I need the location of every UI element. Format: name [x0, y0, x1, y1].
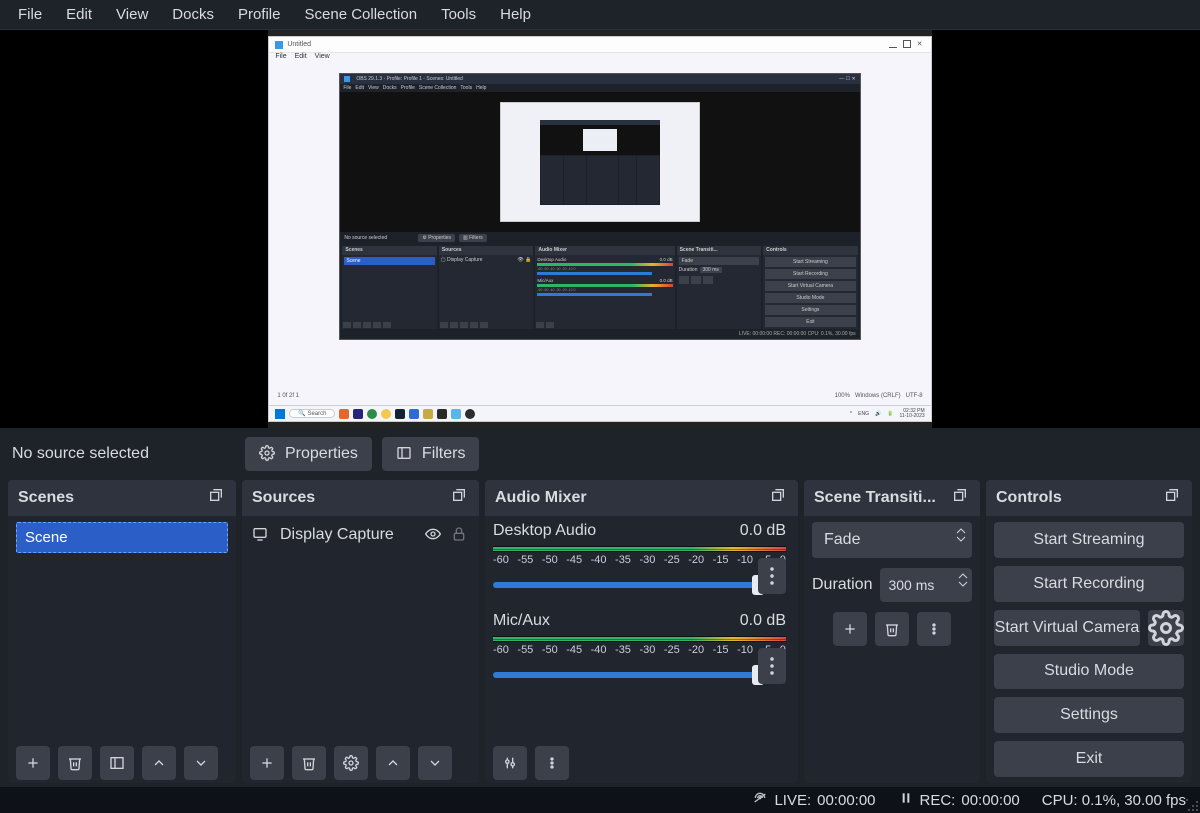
filters-button[interactable]: Filters	[382, 437, 480, 471]
audio-ticks: -60-55-50-45-40-35-30-25-20-15-10-50	[493, 644, 786, 656]
add-scene-button[interactable]	[16, 746, 50, 780]
popout-icon[interactable]	[1164, 487, 1184, 507]
move-scene-up-button[interactable]	[142, 746, 176, 780]
add-source-button[interactable]	[250, 746, 284, 780]
gear-icon	[259, 445, 277, 463]
captured-window: Untitled ✕ File Edit View OBS 29.1.3 - P…	[268, 36, 931, 422]
audio-advanced-button[interactable]	[493, 746, 527, 780]
volume-slider[interactable]	[493, 672, 758, 678]
audio-meter	[493, 546, 786, 552]
status-cpu: CPU: 0.1%, 30.00 fps	[1042, 792, 1186, 809]
source-toolbar: No source selected Properties Filters	[0, 428, 1200, 480]
filters-icon	[396, 445, 414, 463]
sources-dock: Sources Display Capture	[242, 480, 479, 783]
audio-menu-button[interactable]	[535, 746, 569, 780]
transitions-header[interactable]: Scene Transiti...	[804, 480, 980, 516]
menu-docks[interactable]: Docks	[160, 2, 226, 27]
menu-bar: File Edit View Docks Profile Scene Colle…	[0, 0, 1200, 30]
properties-label: Properties	[285, 445, 358, 463]
audio-channel-desktop: Desktop Audio 0.0 dB -60-55-50-45-40-35-3…	[493, 522, 786, 594]
start-virtual-camera-button[interactable]: Start Virtual Camera	[994, 610, 1140, 646]
menu-file[interactable]: File	[6, 2, 54, 27]
lock-icon[interactable]	[451, 526, 469, 544]
docks-row: Scenes Scene Sources Display Capt	[0, 480, 1200, 787]
virtual-camera-settings-button[interactable]	[1148, 610, 1184, 646]
scene-item[interactable]: Scene	[16, 522, 228, 553]
duration-input[interactable]: 300 ms	[880, 568, 972, 602]
menu-view[interactable]: View	[104, 2, 160, 27]
preview-area[interactable]: Untitled ✕ File Edit View OBS 29.1.3 - P…	[0, 30, 1200, 428]
channel-level: 0.0 dB	[740, 522, 786, 540]
channel-options-button[interactable]	[758, 648, 786, 684]
duration-label: Duration	[812, 576, 872, 594]
exit-button[interactable]: Exit	[994, 741, 1184, 777]
remove-source-button[interactable]	[292, 746, 326, 780]
start-streaming-button[interactable]: Start Streaming	[994, 522, 1184, 558]
volume-slider[interactable]	[493, 582, 758, 588]
source-label: Display Capture	[280, 526, 394, 544]
menu-help[interactable]: Help	[488, 2, 543, 27]
menu-tools[interactable]: Tools	[429, 2, 488, 27]
move-scene-down-button[interactable]	[184, 746, 218, 780]
source-item[interactable]: Display Capture	[250, 522, 471, 548]
menu-edit[interactable]: Edit	[54, 2, 104, 27]
audio-ticks: -60-55-50-45-40-35-30-25-20-15-10-50	[493, 554, 786, 566]
signal-icon	[752, 790, 768, 810]
menu-scene-collection[interactable]: Scene Collection	[293, 2, 430, 27]
audio-mixer-dock: Audio Mixer Desktop Audio 0.0 dB -60-55-5…	[485, 480, 798, 783]
properties-button[interactable]: Properties	[245, 437, 372, 471]
status-live: LIVE: 00:00:00	[752, 790, 875, 810]
popout-icon[interactable]	[770, 487, 790, 507]
controls-dock: Controls Start Streaming Start Recording…	[986, 480, 1192, 783]
display-icon	[252, 526, 270, 544]
popout-icon[interactable]	[208, 487, 228, 507]
resize-grip[interactable]	[1186, 799, 1198, 811]
source-settings-button[interactable]	[334, 746, 368, 780]
channel-name: Mic/Aux	[493, 612, 550, 630]
move-source-up-button[interactable]	[376, 746, 410, 780]
channel-level: 0.0 dB	[740, 612, 786, 630]
audio-mixer-header[interactable]: Audio Mixer	[485, 480, 798, 516]
controls-header[interactable]: Controls	[986, 480, 1192, 516]
transitions-dock: Scene Transiti... Fade Duration 300 ms	[804, 480, 980, 783]
pause-icon	[898, 790, 914, 810]
start-recording-button[interactable]: Start Recording	[994, 566, 1184, 602]
menu-profile[interactable]: Profile	[226, 2, 293, 27]
settings-button[interactable]: Settings	[994, 697, 1184, 733]
popout-icon[interactable]	[451, 487, 471, 507]
scenes-header[interactable]: Scenes	[8, 480, 236, 516]
scenes-dock: Scenes Scene	[8, 480, 236, 783]
scene-filters-button[interactable]	[100, 746, 134, 780]
audio-channel-mic: Mic/Aux 0.0 dB -60-55-50-45-40-35-30-25-2…	[493, 612, 786, 684]
remove-scene-button[interactable]	[58, 746, 92, 780]
no-source-label: No source selected	[10, 445, 235, 463]
channel-options-button[interactable]	[758, 558, 786, 594]
status-rec: REC: 00:00:00	[898, 790, 1020, 810]
status-bar: LIVE: 00:00:00 REC: 00:00:00 CPU: 0.1%, …	[0, 787, 1200, 813]
transition-select[interactable]: Fade	[812, 522, 972, 558]
audio-meter	[493, 636, 786, 642]
remove-transition-button[interactable]	[875, 612, 909, 646]
popout-icon[interactable]	[952, 487, 972, 507]
sources-header[interactable]: Sources	[242, 480, 479, 516]
transition-menu-button[interactable]	[917, 612, 951, 646]
updown-icon	[958, 572, 968, 588]
studio-mode-button[interactable]: Studio Mode	[994, 654, 1184, 690]
preview-canvas: Untitled ✕ File Edit View OBS 29.1.3 - P…	[268, 30, 931, 428]
visibility-icon[interactable]	[425, 526, 443, 544]
updown-icon	[956, 527, 966, 543]
channel-name: Desktop Audio	[493, 522, 596, 540]
add-transition-button[interactable]	[833, 612, 867, 646]
move-source-down-button[interactable]	[418, 746, 452, 780]
filters-label: Filters	[422, 445, 466, 463]
